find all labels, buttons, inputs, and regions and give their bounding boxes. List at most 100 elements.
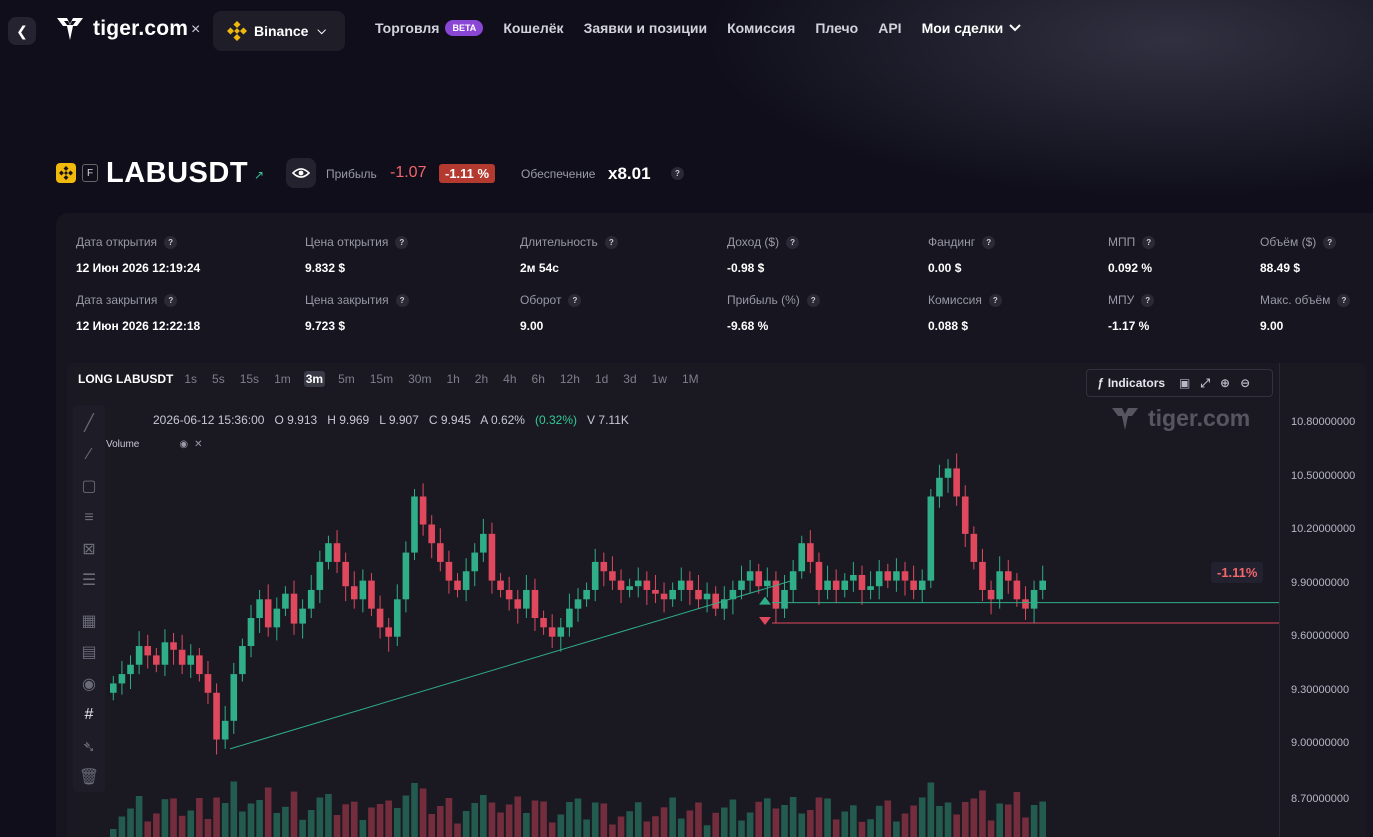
nav-item-trading[interactable]: Торговля BETA [375, 20, 484, 36]
volume-bar [144, 821, 152, 837]
candle-body [669, 589, 676, 600]
volume-bar [746, 812, 754, 837]
nav-item-leverage[interactable]: Плечо [815, 20, 858, 36]
trend-line-icon[interactable]: ╱ [73, 413, 105, 433]
candle-body [566, 608, 573, 628]
ohlc-o-label: O [274, 413, 284, 427]
help-icon[interactable]: ? [1142, 235, 1156, 249]
volume-bar [307, 810, 315, 837]
candle-body [574, 599, 582, 609]
volume-bar [970, 798, 978, 837]
stat-item: Комиссия? 0.088 $ [928, 293, 1002, 333]
visibility-toggle-button[interactable] [286, 158, 316, 188]
volume-bar [480, 795, 487, 837]
exchange-selector[interactable]: Binance ⌵ [213, 11, 345, 51]
fib-levels-icon[interactable]: ☰ [73, 570, 105, 590]
volume-bar [729, 799, 737, 837]
trash-icon[interactable]: 🗑 [73, 767, 105, 787]
close-icon[interactable]: ✕ [194, 439, 202, 450]
stat-item: Дата закрытия? 12 Июн 2026 12:22:18 [76, 293, 200, 333]
help-icon[interactable]: ? [786, 235, 800, 249]
nav-item-my-trades[interactable]: Мои сделки [922, 20, 1022, 36]
candle-body [626, 586, 633, 590]
help-icon[interactable]: ? [671, 167, 684, 180]
help-icon[interactable]: ? [164, 293, 178, 307]
price-chart[interactable]: LONG LABUSDT 1s 5s 15s 1m 3m 5m 15m 30m 1h 2h 4h 6h… [67, 363, 1366, 837]
price-tick: 10.80000000 [1291, 416, 1356, 428]
brand-logo[interactable]: tiger.com [55, 16, 188, 42]
help-icon[interactable]: ? [982, 235, 996, 249]
chart-watermark: tiger.com [1110, 405, 1250, 432]
price-tick: 9.30000000 [1291, 684, 1350, 696]
top-navigation: ❮ tiger.com × Binance ⌵ Торговля BETA Ко… [0, 0, 1373, 62]
price-tick: 10.20000000 [1291, 523, 1356, 535]
nav-item-label: Плечо [815, 20, 859, 36]
volume-bar [213, 797, 220, 837]
help-icon[interactable]: ? [568, 293, 582, 307]
help-icon[interactable]: ? [395, 235, 409, 249]
candle-body [110, 683, 117, 693]
volume-bar [755, 801, 763, 837]
candle-body [858, 575, 866, 590]
candle-body [746, 571, 754, 581]
candle-body [445, 561, 453, 581]
volume-bar [505, 804, 513, 837]
volume-bar [282, 806, 289, 837]
volume-bar [419, 788, 427, 837]
ruler-icon[interactable]: ▤ [73, 642, 105, 662]
help-icon[interactable]: ? [806, 293, 820, 307]
profit-percent-badge: -1.11 % [439, 164, 496, 183]
stat-item: Цена закрытия? 9.723 $ [305, 293, 409, 333]
volume-bar [1039, 801, 1046, 837]
nav-item-commission[interactable]: Комиссия [727, 20, 795, 36]
nav-item-label: API [878, 20, 902, 36]
help-icon[interactable]: ? [988, 293, 1002, 307]
nav-item-wallet[interactable]: Кошелёк [503, 20, 563, 36]
rectangle-icon[interactable]: ▢ [73, 476, 105, 496]
candle-body [884, 571, 892, 581]
measure-icon[interactable]: ▦ [73, 611, 105, 631]
candle-body [996, 571, 1003, 600]
volume-bar [256, 800, 263, 837]
external-link-icon[interactable]: ↗ [254, 168, 264, 182]
volume-bar [832, 819, 840, 837]
candle-body [204, 674, 212, 693]
nav-item-api[interactable]: API [878, 20, 901, 36]
volume-bar [264, 787, 272, 837]
candle-body [144, 646, 152, 656]
parallel-channel-icon[interactable]: ⁄ [73, 445, 105, 465]
help-icon[interactable]: ? [1337, 293, 1351, 307]
brand-separator: × [191, 21, 201, 38]
grid-icon[interactable]: # [73, 705, 105, 725]
help-icon[interactable]: ? [164, 235, 178, 249]
stat-item: Прибыль (%)? -9.68 % [727, 293, 820, 333]
eye-icon[interactable]: ◉ [179, 439, 188, 450]
volume-bar [738, 820, 745, 837]
help-icon[interactable]: ? [1323, 235, 1337, 249]
candle-body [359, 580, 367, 600]
candle-body [936, 477, 943, 497]
nav-item-label: Кошелёк [503, 20, 564, 36]
crossed-box-icon[interactable]: ⊠ [73, 539, 105, 559]
candle-body [368, 580, 375, 609]
candle-body [393, 599, 401, 637]
nav-item-orders-positions[interactable]: Заявки и позиции [584, 20, 708, 36]
volume-bar [893, 821, 900, 837]
chevron-down-icon [1009, 24, 1021, 32]
candle-body [781, 589, 788, 609]
candle-body [798, 543, 806, 572]
magnet-icon[interactable]: ➴ [73, 737, 105, 757]
horizontal-lines-icon[interactable]: ≡ [73, 508, 105, 528]
help-icon[interactable]: ? [604, 235, 618, 249]
candle-body [660, 593, 668, 600]
stat-value: 12 Июн 2026 12:22:18 [76, 319, 201, 333]
help-icon[interactable]: ? [1141, 293, 1155, 307]
back-button[interactable]: ❮ [8, 17, 36, 45]
candle-body [273, 608, 281, 628]
ohlc-high: 9.969 [339, 413, 370, 427]
help-icon[interactable]: ? [395, 293, 409, 307]
volume-bar [953, 814, 960, 837]
volume-bar [196, 798, 203, 837]
eye-icon[interactable]: ◉ [73, 674, 105, 694]
candle-body [764, 580, 771, 587]
